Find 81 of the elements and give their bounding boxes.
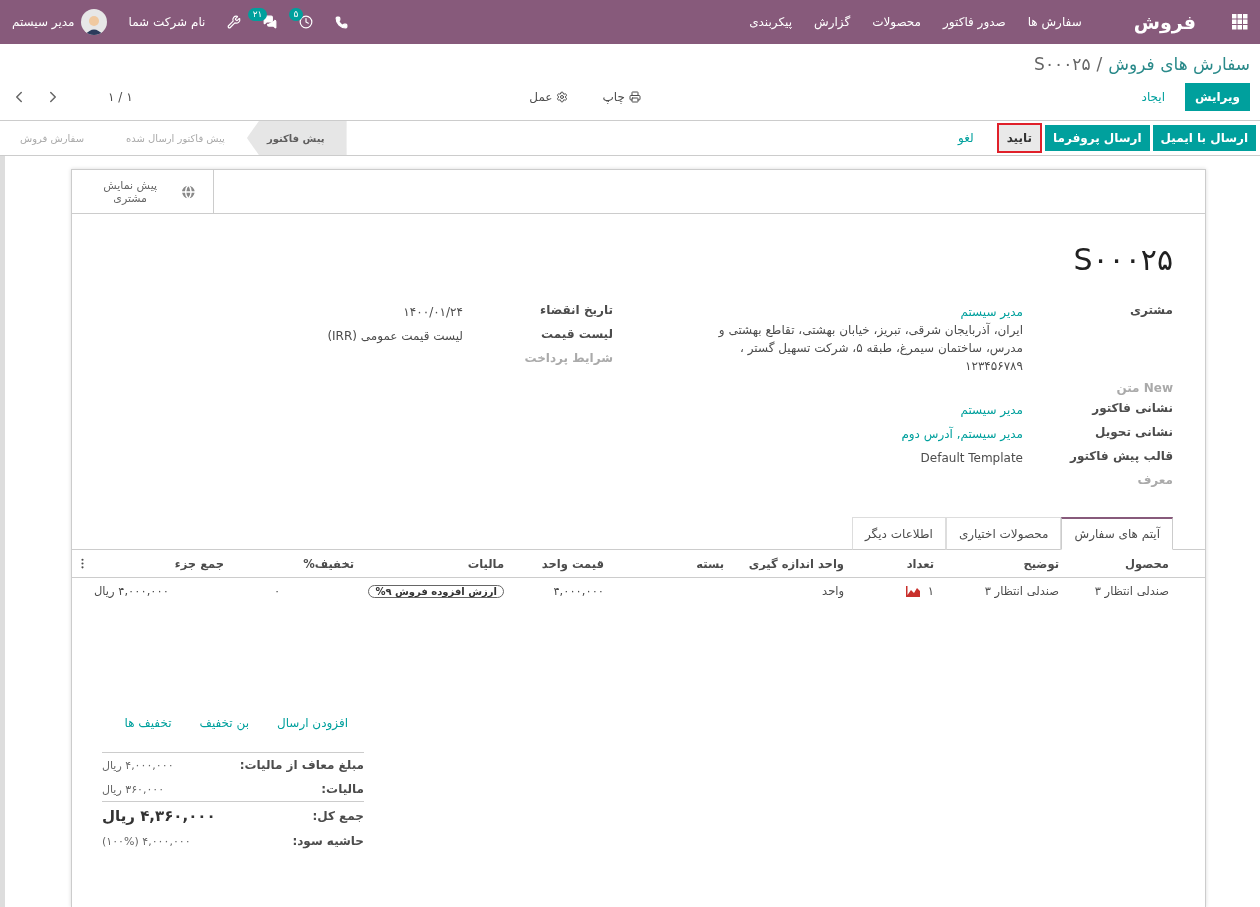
table-cell-text: ۴,۰۰۰,۰۰۰ (552, 584, 604, 598)
field-label: نشانی فاکتور (1090, 401, 1173, 418)
field-link[interactable]: مدیر سیستم (693, 303, 1023, 321)
menu-item[interactable]: گزارش (814, 15, 851, 29)
forecast-chart-icon[interactable] (905, 585, 920, 597)
total-value: ۴,۰۰۰,۰۰۰ (۱۰۰%) (102, 834, 191, 848)
menu-item[interactable]: سفارش ها (1027, 15, 1082, 29)
confirm-button[interactable]: تایید (996, 123, 1042, 153)
activity-count: ۵ (288, 8, 304, 21)
message-count: ۲۱ (247, 8, 268, 21)
column-header[interactable]: مالیات (354, 556, 504, 571)
field-label: نشانی تحویل (1094, 425, 1173, 442)
total-label: مالیات: (321, 782, 364, 796)
cancel-link[interactable]: لغو (950, 125, 982, 151)
column-header[interactable]: محصول (1059, 556, 1169, 571)
notebook-tab[interactable]: آیتم های سفارش (1061, 517, 1173, 550)
table-cell-text: واحد (821, 584, 844, 598)
table-cell-text: صندلی انتظار ۳ (983, 584, 1059, 598)
field-label: قالب پیش فاکتور (1068, 449, 1173, 466)
table-cell-text: ۴,۰۰۰,۰۰۰ ریال (94, 584, 170, 598)
clock-icon[interactable] (299, 15, 314, 29)
field-label: شرایط پرداخت (523, 351, 613, 365)
primary-button[interactable]: ارسال با ایمیل (1152, 125, 1256, 151)
printer-icon (628, 91, 641, 103)
field-link[interactable]: مدیر سیستم (960, 401, 1023, 419)
total-value: ۴,۳۶۰,۰۰۰ ریال (102, 806, 216, 825)
field-label: تاریخ انقضاء (539, 303, 613, 319)
breadcrumb-separator: / (1096, 54, 1103, 74)
apps-menu-icon[interactable] (1232, 14, 1248, 30)
chat-icon[interactable] (263, 15, 278, 29)
field-value: ۱۴۰۰/۰۱/۲۴ (403, 304, 463, 321)
user-name[interactable]: مدیر سیستم (12, 15, 75, 29)
field-value: لیست قیمت عمومی (IRR) (327, 328, 463, 345)
total-label: جمع کل: (312, 808, 364, 823)
total-value: ۴,۰۰۰,۰۰۰ ریال (102, 758, 174, 772)
order-title: S۰۰۰۲۵ (1072, 241, 1174, 279)
footer-link[interactable]: تخفیف ها (120, 712, 176, 734)
app-brand[interactable]: فروش (1133, 11, 1196, 33)
company-name[interactable]: نام شرکت شما (128, 15, 206, 29)
notebook-tab[interactable]: اطلاعات دیگر (852, 517, 946, 550)
column-header[interactable]: تعداد (844, 556, 934, 571)
primary-button[interactable]: ارسال پروفرما (1045, 125, 1150, 151)
footer-link[interactable]: بن تخفیف (195, 712, 253, 734)
gear-icon (556, 91, 569, 103)
globe-icon (180, 182, 197, 201)
edit-button[interactable]: ویرایش (1185, 83, 1250, 111)
table-cell: ۱ (927, 584, 934, 598)
total-value: ۳۶۰,۰۰۰ ریال (102, 782, 165, 796)
breadcrumb-link[interactable]: سفارش های فروش (1108, 54, 1250, 74)
create-button[interactable]: ایجاد (1137, 86, 1169, 108)
table-cell-text: ۰ (273, 584, 282, 598)
column-header[interactable]: قیمت واحد (504, 556, 604, 571)
column-header[interactable]: جمع جزء (94, 556, 224, 571)
table-cell-text: صندلی انتظار ۳ (1093, 584, 1169, 598)
footer-link[interactable]: افزودن ارسال (273, 712, 352, 734)
column-header[interactable]: واحد اندازه گیری (724, 556, 844, 571)
action-dropdown[interactable]: عمل (523, 89, 575, 105)
print-dropdown[interactable]: چاپ (596, 89, 647, 105)
phone-icon[interactable] (335, 15, 349, 29)
field-label: مشتری (1129, 303, 1173, 319)
menu-item[interactable]: پیکربندی (749, 15, 792, 29)
customer-preview-button[interactable]: پیش نمایش مشتری (72, 170, 214, 213)
status-stage[interactable]: پیش فاکتور (246, 121, 347, 155)
menu-item[interactable]: محصولات (872, 15, 922, 29)
user-avatar[interactable] (80, 9, 107, 35)
total-label: مبلغ معاف از مالیات: (239, 758, 364, 772)
menu-item[interactable]: صدور فاکتور (943, 15, 1006, 29)
field-value: Default Template (920, 450, 1023, 467)
field-link[interactable]: مدیر سیستم, آدرس دوم (901, 425, 1023, 443)
field-label: New متن (1115, 381, 1173, 395)
total-label: حاشیه سود: (292, 834, 364, 848)
wrench-icon[interactable] (227, 15, 242, 29)
customer-address: ایران، آذربایجان شرقی، تبریز، خیابان بهشتی، تقاطع بهشتی و مدرس، ساختمان سیمرغ، طبقه ۵، شرکت تسهیل گستر ، ۱۲۳۴۵۶۷۸۹ (717, 321, 1023, 375)
notebook-tab[interactable]: محصولات اختیاری (945, 517, 1062, 550)
column-header[interactable]: بسته (604, 556, 724, 571)
column-header[interactable]: توضیح (934, 556, 1059, 571)
column-header[interactable]: تخفیف% (224, 556, 354, 571)
pager-value: ۱ / ۱ (108, 90, 133, 104)
breadcrumb-current: S۰۰۰۲۵ (1034, 54, 1091, 74)
field-label: لیست قیمت (540, 327, 613, 343)
field-label: معرف (1136, 473, 1173, 487)
